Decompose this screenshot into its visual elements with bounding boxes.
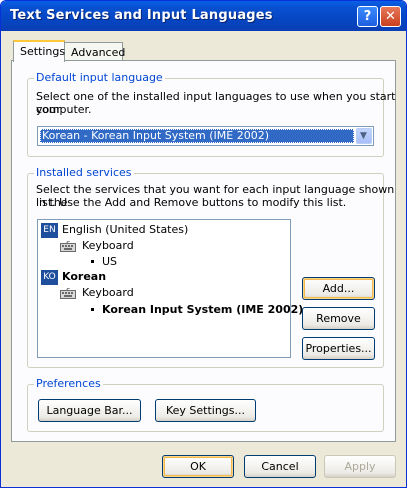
- cancel-button[interactable]: Cancel: [244, 455, 316, 478]
- remove-button-label: Remove: [316, 312, 361, 325]
- key-settings-button[interactable]: Key Settings...: [155, 399, 256, 422]
- dropdown-arrow-button[interactable]: ▼: [356, 128, 372, 144]
- tab-settings[interactable]: Settings: [13, 40, 65, 62]
- tree-item-korean[interactable]: Korean: [62, 269, 106, 285]
- service-label-us: US: [102, 255, 118, 268]
- remove-button[interactable]: Remove: [302, 307, 375, 330]
- apply-button-label: Apply: [344, 460, 376, 473]
- installed-services-group-label: Installed services: [34, 166, 134, 179]
- service-label-korean-ime: Korean Input System (IME 2002): [102, 303, 304, 316]
- close-button[interactable]: ✕: [380, 6, 401, 27]
- apply-button[interactable]: Apply: [324, 455, 396, 478]
- properties-button[interactable]: Properties...: [302, 337, 375, 360]
- default-input-group-label: Default input language: [34, 71, 165, 84]
- window-title: Text Services and Input Languages: [10, 8, 273, 23]
- tree-item-korean-keyboard[interactable]: Keyboard: [82, 285, 134, 301]
- dialog-window: Text Services and Input Languages ? ✕ Se…: [0, 0, 407, 488]
- help-button[interactable]: ?: [357, 6, 378, 27]
- title-bar[interactable]: Text Services and Input Languages ? ✕: [1, 1, 406, 31]
- language-bar-button[interactable]: Language Bar...: [38, 399, 141, 422]
- properties-button-label: Properties...: [305, 342, 372, 355]
- tree-item-english[interactable]: English (United States): [62, 222, 188, 238]
- preferences-group-label: Preferences: [34, 377, 103, 390]
- tree-item-english-keyboard[interactable]: Keyboard: [82, 238, 134, 254]
- chevron-down-icon: ▼: [360, 131, 367, 141]
- keyboard-icon: [60, 241, 76, 252]
- tab-advanced[interactable]: Advanced: [64, 42, 125, 62]
- default-input-description-line2: computer.: [36, 103, 92, 116]
- key-settings-button-label: Key Settings...: [165, 404, 246, 417]
- add-button-label: Add...: [322, 282, 355, 295]
- ok-button-label: OK: [190, 460, 206, 473]
- cancel-button-label: Cancel: [261, 460, 299, 473]
- ok-button[interactable]: OK: [162, 455, 234, 478]
- default-language-dropdown[interactable]: Korean - Korean Input System (IME 2002) …: [37, 126, 374, 146]
- services-tree[interactable]: EN English (United States) Keyboard US K…: [37, 219, 303, 358]
- language-badge-en: EN: [41, 223, 58, 238]
- bullet-icon: [91, 259, 94, 263]
- default-language-selected: Korean - Korean Input System (IME 2002): [40, 129, 354, 143]
- bullet-icon: [91, 307, 94, 311]
- installed-services-description-line2: list. Use the Add and Remove buttons to …: [36, 196, 347, 209]
- language-bar-button-label: Language Bar...: [46, 404, 133, 417]
- tree-item-us-service[interactable]: US: [91, 254, 117, 270]
- language-badge-ko: KO: [41, 270, 58, 285]
- keyboard-icon: [60, 288, 76, 299]
- tree-item-korean-ime-service[interactable]: Korean Input System (IME 2002): [91, 302, 303, 318]
- add-button[interactable]: Add...: [302, 277, 375, 300]
